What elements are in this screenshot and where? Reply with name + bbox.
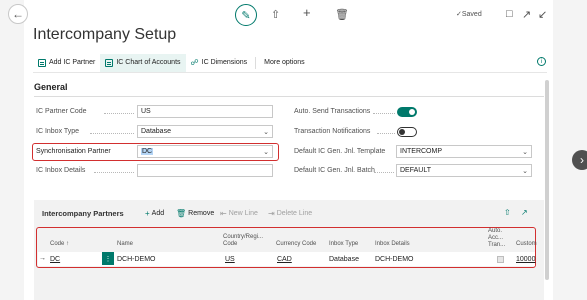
bookmark-icon[interactable]: □ bbox=[506, 8, 513, 20]
saved-label: Saved bbox=[461, 11, 482, 18]
ic-partner-code-value: US bbox=[141, 108, 151, 115]
partners-delete-line-label: Delete Line bbox=[276, 210, 313, 217]
info-icon[interactable]: i bbox=[537, 57, 546, 66]
column-header-code[interactable]: Code ↑ bbox=[50, 241, 69, 248]
ic-inbox-type-value: Database bbox=[141, 128, 171, 135]
share-icon[interactable]: ⇧ bbox=[504, 208, 511, 217]
delete-line-icon: ⇥ bbox=[268, 209, 275, 218]
ic-inbox-details-field[interactable] bbox=[137, 164, 273, 177]
new-line-icon: ⇤ bbox=[220, 209, 227, 218]
partners-add-button[interactable]: + Add bbox=[145, 209, 164, 218]
synchronisation-partner-value: DC bbox=[141, 148, 154, 155]
column-header-inbox-type[interactable]: Inbox Type bbox=[329, 241, 358, 248]
row-auto-accept-checkbox[interactable] bbox=[497, 256, 504, 263]
column-header-customer[interactable]: Custom bbox=[516, 241, 537, 248]
edit-button[interactable]: ✎ bbox=[235, 4, 257, 26]
action-bar: Add IC Partner IC Chart of Accounts ☍ IC… bbox=[33, 53, 547, 73]
partners-remove-button[interactable]: 🗑 Remove bbox=[176, 209, 214, 218]
dimensions-icon: ☍ bbox=[190, 58, 199, 67]
collapse-icon[interactable]: ↙ bbox=[538, 8, 547, 21]
more-options-label: More options bbox=[264, 59, 305, 66]
default-template-select[interactable]: INTERCOMP ⌄ bbox=[396, 145, 532, 158]
more-options-action[interactable]: More options bbox=[259, 54, 309, 72]
new-icon[interactable]: + bbox=[303, 5, 311, 20]
saved-status: ✓Saved bbox=[456, 11, 482, 18]
partners-add-label: Add bbox=[151, 210, 165, 217]
add-partner-icon bbox=[38, 58, 46, 67]
column-header-name[interactable]: Name bbox=[117, 241, 133, 248]
general-section-title: General bbox=[34, 82, 68, 92]
ic-inbox-type-label: IC Inbox Type bbox=[36, 128, 80, 135]
chart-of-accounts-icon bbox=[105, 58, 114, 67]
add-ic-partner-action[interactable]: Add IC Partner bbox=[33, 54, 100, 72]
chevron-down-icon: ⌄ bbox=[522, 167, 528, 175]
ic-dimensions-label: IC Dimensions bbox=[201, 59, 248, 66]
left-page-shade bbox=[0, 0, 24, 300]
vertical-scrollbar[interactable] bbox=[545, 80, 549, 280]
page-title: Intercompany Setup bbox=[33, 26, 177, 43]
row-inbox-type: Database bbox=[329, 256, 359, 263]
arrow-left-icon: ← bbox=[12, 7, 24, 21]
default-batch-value: DEFAULT bbox=[400, 167, 431, 174]
back-button[interactable]: ← bbox=[8, 4, 28, 24]
leader-dots bbox=[94, 172, 134, 173]
partners-remove-label: Remove bbox=[188, 210, 215, 217]
column-header-country[interactable]: Country/Regi... Code bbox=[223, 234, 271, 248]
leader-dots bbox=[104, 113, 134, 114]
ic-chart-of-accounts-label: IC Chart of Accounts bbox=[116, 59, 181, 66]
row-inbox-details: DCH-DEMO bbox=[375, 256, 414, 263]
synchronisation-partner-label: Synchronisation Partner bbox=[36, 148, 111, 155]
share-icon[interactable]: ⇧ bbox=[271, 8, 280, 21]
section-divider bbox=[34, 96, 544, 97]
transaction-notifications-toggle[interactable] bbox=[397, 127, 417, 137]
default-batch-label: Default IC Gen. Jnl. Batch bbox=[294, 167, 375, 174]
ic-partner-code-label: IC Partner Code bbox=[36, 108, 87, 115]
row-name: DCH-DEMO bbox=[117, 256, 156, 263]
add-ic-partner-label: Add IC Partner bbox=[49, 59, 96, 66]
auto-send-transactions-toggle[interactable] bbox=[397, 107, 417, 117]
default-batch-select[interactable]: DEFAULT ⌄ bbox=[396, 164, 532, 177]
row-currency[interactable]: CAD bbox=[277, 256, 292, 263]
add-icon: + bbox=[145, 209, 150, 218]
ic-dimensions-action[interactable]: ☍ IC Dimensions bbox=[186, 54, 253, 72]
column-header-inbox-details[interactable]: Inbox Details bbox=[375, 241, 410, 248]
row-indicator-arrow-icon: → bbox=[39, 255, 46, 262]
partners-new-line-button[interactable]: ⇤ New Line bbox=[220, 209, 258, 218]
synchronisation-partner-select[interactable]: DC ⌄ bbox=[137, 145, 273, 158]
pencil-icon: ✎ bbox=[241, 9, 251, 22]
leader-dots bbox=[90, 133, 134, 134]
row-menu-button[interactable]: ⋮ bbox=[102, 252, 114, 265]
open-new-window-icon[interactable]: ↗ bbox=[522, 8, 531, 21]
default-template-value: INTERCOMP bbox=[400, 148, 442, 155]
action-divider bbox=[255, 56, 257, 69]
leader-dots bbox=[373, 113, 395, 114]
ic-inbox-details-label: IC Inbox Details bbox=[36, 167, 86, 174]
leader-dots bbox=[374, 172, 394, 173]
row-code-link[interactable]: DC bbox=[50, 256, 60, 263]
ic-chart-of-accounts-action[interactable]: IC Chart of Accounts bbox=[100, 53, 186, 72]
expand-icon[interactable]: ↗ bbox=[521, 208, 528, 217]
auto-send-transactions-label: Auto. Send Transactions bbox=[294, 108, 371, 115]
transaction-notifications-label: Transaction Notifications bbox=[294, 128, 371, 135]
partners-title: Intercompany Partners bbox=[42, 209, 124, 218]
leader-dots bbox=[377, 133, 395, 134]
row-country[interactable]: US bbox=[225, 256, 235, 263]
ic-inbox-type-select[interactable]: Database ⌄ bbox=[137, 125, 273, 138]
remove-icon: 🗑 bbox=[176, 209, 187, 218]
column-header-currency[interactable]: Currency Code bbox=[276, 241, 316, 248]
partners-new-line-label: New Line bbox=[228, 210, 258, 217]
chevron-down-icon: ⌄ bbox=[522, 148, 528, 156]
next-record-button[interactable]: › bbox=[572, 150, 587, 170]
ic-partner-code-field[interactable]: US bbox=[137, 105, 273, 118]
chevron-down-icon: ⌄ bbox=[263, 148, 269, 156]
chevron-down-icon: ⌄ bbox=[263, 128, 269, 136]
row-customer[interactable]: 10000 bbox=[516, 256, 535, 263]
delete-icon[interactable]: 🗑 bbox=[335, 8, 349, 21]
column-header-auto-accept[interactable]: Auto. Acc... Tran... bbox=[488, 228, 512, 249]
partners-delete-line-button[interactable]: ⇥ Delete Line bbox=[268, 209, 312, 218]
default-template-label: Default IC Gen. Jnl. Template bbox=[294, 148, 386, 155]
chevron-right-icon: › bbox=[580, 153, 584, 167]
